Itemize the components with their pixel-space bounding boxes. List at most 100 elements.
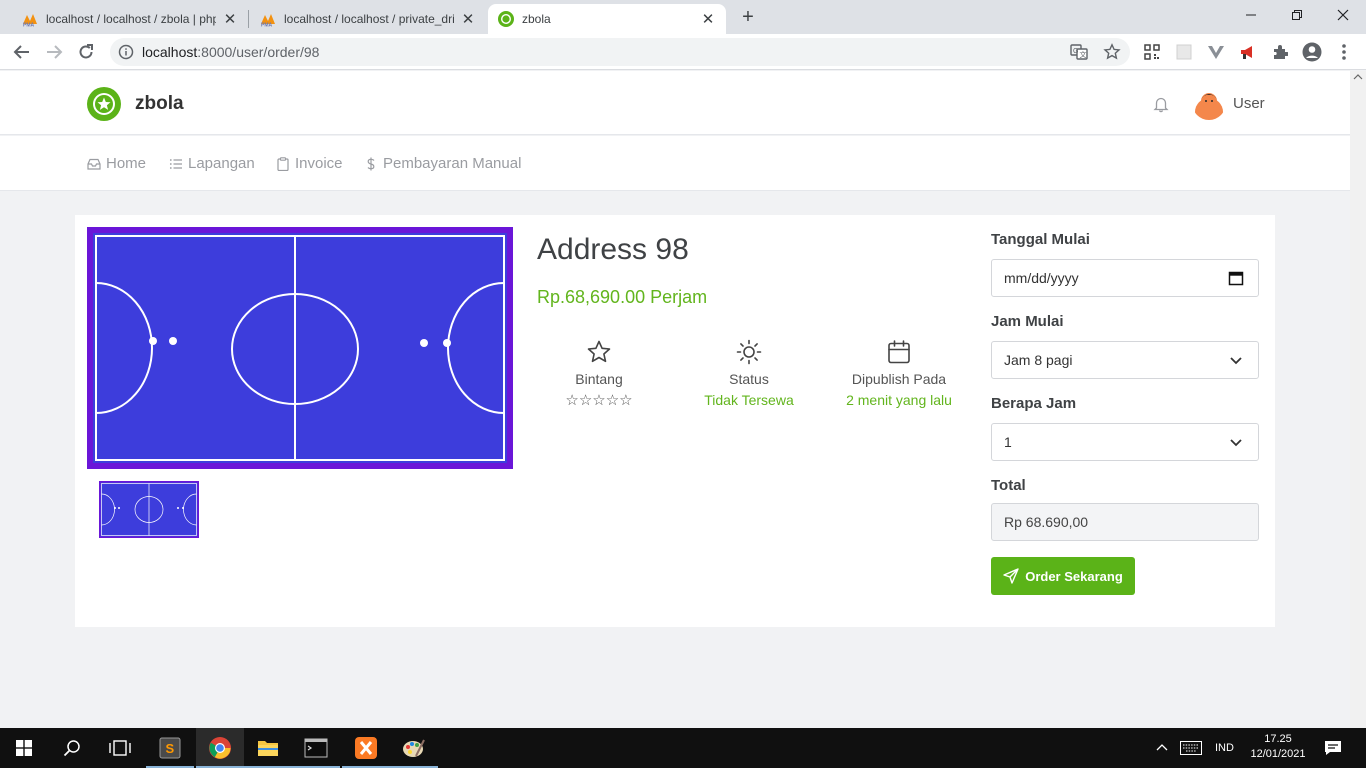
- total-field: Rp 68.690,00: [991, 503, 1259, 541]
- taskbar-paint[interactable]: [390, 728, 438, 768]
- chevron-down-icon: [1230, 439, 1242, 447]
- start-date-label: Tanggal Mulai: [991, 231, 1090, 248]
- taskbar-xampp[interactable]: [342, 728, 390, 768]
- minimize-window-button[interactable]: [1228, 0, 1274, 30]
- extension-placeholder-icon[interactable]: [1174, 42, 1194, 62]
- address-bar[interactable]: localhost:8000/user/order/98 G文: [110, 38, 1130, 66]
- svg-text:文: 文: [1080, 50, 1087, 59]
- user-avatar[interactable]: [1192, 86, 1226, 120]
- futsal-court-image[interactable]: [87, 227, 513, 469]
- task-view-icon: [109, 740, 131, 756]
- start-hour-select[interactable]: Jam 8 pagi: [991, 341, 1259, 379]
- dollar-icon: [367, 157, 375, 170]
- xampp-icon: [355, 737, 377, 759]
- nav-item-home[interactable]: Home: [87, 155, 146, 172]
- info-icon[interactable]: [118, 44, 134, 60]
- field-title: Address 98: [537, 233, 689, 266]
- start-button[interactable]: [0, 728, 48, 768]
- url-text[interactable]: localhost:8000/user/order/98: [142, 44, 319, 60]
- close-window-button[interactable]: [1320, 0, 1366, 30]
- extensions-puzzle-icon[interactable]: [1270, 42, 1290, 62]
- clock-date: 12/01/2021: [1250, 748, 1306, 760]
- stat-rating: Bintang ☆☆☆☆☆: [519, 339, 679, 409]
- browser-tab-phpmyadmin-zbola[interactable]: PMA localhost / localhost / zbola | php …: [12, 4, 248, 34]
- nav-item-label: Invoice: [295, 155, 343, 172]
- total-value: Rp 68.690,00: [1004, 514, 1089, 530]
- taskbar-sublime-text[interactable]: S: [146, 728, 194, 768]
- input-language-indicator[interactable]: IND: [1215, 728, 1234, 768]
- task-view-button[interactable]: [96, 728, 144, 768]
- page-scrollbar[interactable]: [1350, 71, 1366, 728]
- profile-account-icon[interactable]: [1302, 42, 1322, 62]
- browser-tab-strip: PMA localhost / localhost / zbola | php …: [0, 0, 1366, 34]
- browser-toolbar: localhost:8000/user/order/98 G文: [0, 34, 1366, 70]
- qr-code-extension-icon[interactable]: [1142, 42, 1162, 62]
- phpmyadmin-favicon-icon: PMA: [23, 14, 37, 27]
- taskbar-file-explorer[interactable]: [244, 728, 292, 768]
- search-icon: [63, 740, 80, 757]
- nav-item-lapangan[interactable]: Lapangan: [169, 155, 255, 172]
- browser-tab-phpmyadmin-private[interactable]: PMA localhost / localhost / private_dri …: [250, 4, 486, 34]
- send-icon: [1003, 568, 1019, 584]
- vue-devtools-extension-icon[interactable]: [1206, 42, 1226, 62]
- back-button[interactable]: [10, 40, 34, 64]
- selected-start-hour: Jam 8 pagi: [1004, 352, 1073, 368]
- forward-button[interactable]: [42, 40, 66, 64]
- arrow-right-icon: [47, 45, 63, 59]
- taskbar-terminal[interactable]: [292, 728, 340, 768]
- close-tab-icon[interactable]: ✕: [700, 11, 716, 28]
- duration-select[interactable]: 1: [991, 423, 1259, 461]
- url-path: :8000/user/order/98: [197, 44, 320, 60]
- notification-bell-icon[interactable]: [1152, 95, 1170, 113]
- terminal-icon: [304, 738, 328, 758]
- stat-label: Status: [729, 371, 769, 387]
- start-date-input[interactable]: mm/dd/yyyy: [991, 259, 1259, 297]
- close-icon: [1337, 9, 1349, 21]
- touch-keyboard-button[interactable]: [1180, 728, 1202, 768]
- published-value: 2 menit yang lalu: [846, 392, 952, 408]
- nav-item-label: Lapangan: [188, 155, 255, 172]
- close-tab-icon[interactable]: ✕: [460, 11, 476, 28]
- restore-window-button[interactable]: [1274, 0, 1320, 30]
- action-center-button[interactable]: [1324, 728, 1342, 768]
- tab-divider: [248, 10, 249, 28]
- chevron-down-icon: [1230, 357, 1242, 365]
- chevron-up-icon: [1156, 744, 1168, 751]
- windows-logo-icon: [16, 740, 32, 756]
- nav-item-pembayaran-manual[interactable]: Pembayaran Manual: [364, 155, 521, 172]
- notifications-icon: [1325, 741, 1341, 755]
- calendar-picker-icon[interactable]: [1228, 270, 1244, 286]
- show-hidden-icons-button[interactable]: [1156, 728, 1168, 768]
- new-tab-button[interactable]: +: [737, 6, 759, 28]
- browser-menu-icon[interactable]: [1334, 42, 1354, 62]
- order-now-button[interactable]: Order Sekarang: [991, 557, 1135, 595]
- nav-item-invoice[interactable]: Invoice: [276, 155, 343, 172]
- bookmark-star-icon[interactable]: [1103, 43, 1121, 61]
- main-navigation: Home Lapangan Invoice Pembayaran Manual: [0, 136, 1350, 191]
- sun-icon: [736, 339, 762, 365]
- web-page: zbola User Home Lapangan Invoice Pembaya…: [0, 71, 1350, 728]
- status-value: Tidak Tersewa: [704, 392, 794, 408]
- minimize-icon: [1246, 14, 1256, 16]
- keyboard-icon: [1180, 741, 1202, 755]
- restore-icon: [1292, 10, 1302, 20]
- court-thumbnail[interactable]: [99, 481, 199, 538]
- sublime-text-icon: S: [159, 737, 181, 759]
- svg-text:S: S: [166, 741, 175, 756]
- site-header: zbola User: [0, 71, 1350, 135]
- user-name[interactable]: User: [1233, 95, 1265, 112]
- brand-name: zbola: [135, 93, 184, 114]
- reload-button[interactable]: [74, 40, 98, 64]
- scroll-up-arrow-icon[interactable]: [1353, 73, 1363, 81]
- browser-tab-zbola[interactable]: zbola ✕: [488, 4, 726, 34]
- translate-icon[interactable]: G文: [1070, 43, 1088, 61]
- date-placeholder: mm/dd/yyyy: [1004, 270, 1079, 286]
- system-clock[interactable]: 17.25 12/01/2021: [1246, 732, 1310, 762]
- search-button[interactable]: [48, 728, 96, 768]
- megaphone-extension-icon[interactable]: [1238, 42, 1258, 62]
- taskbar-chrome[interactable]: [196, 728, 244, 768]
- zbola-favicon-icon: [498, 11, 514, 27]
- brand[interactable]: zbola: [87, 87, 184, 121]
- close-tab-icon[interactable]: ✕: [222, 11, 238, 28]
- phpmyadmin-favicon-icon: PMA: [261, 14, 275, 27]
